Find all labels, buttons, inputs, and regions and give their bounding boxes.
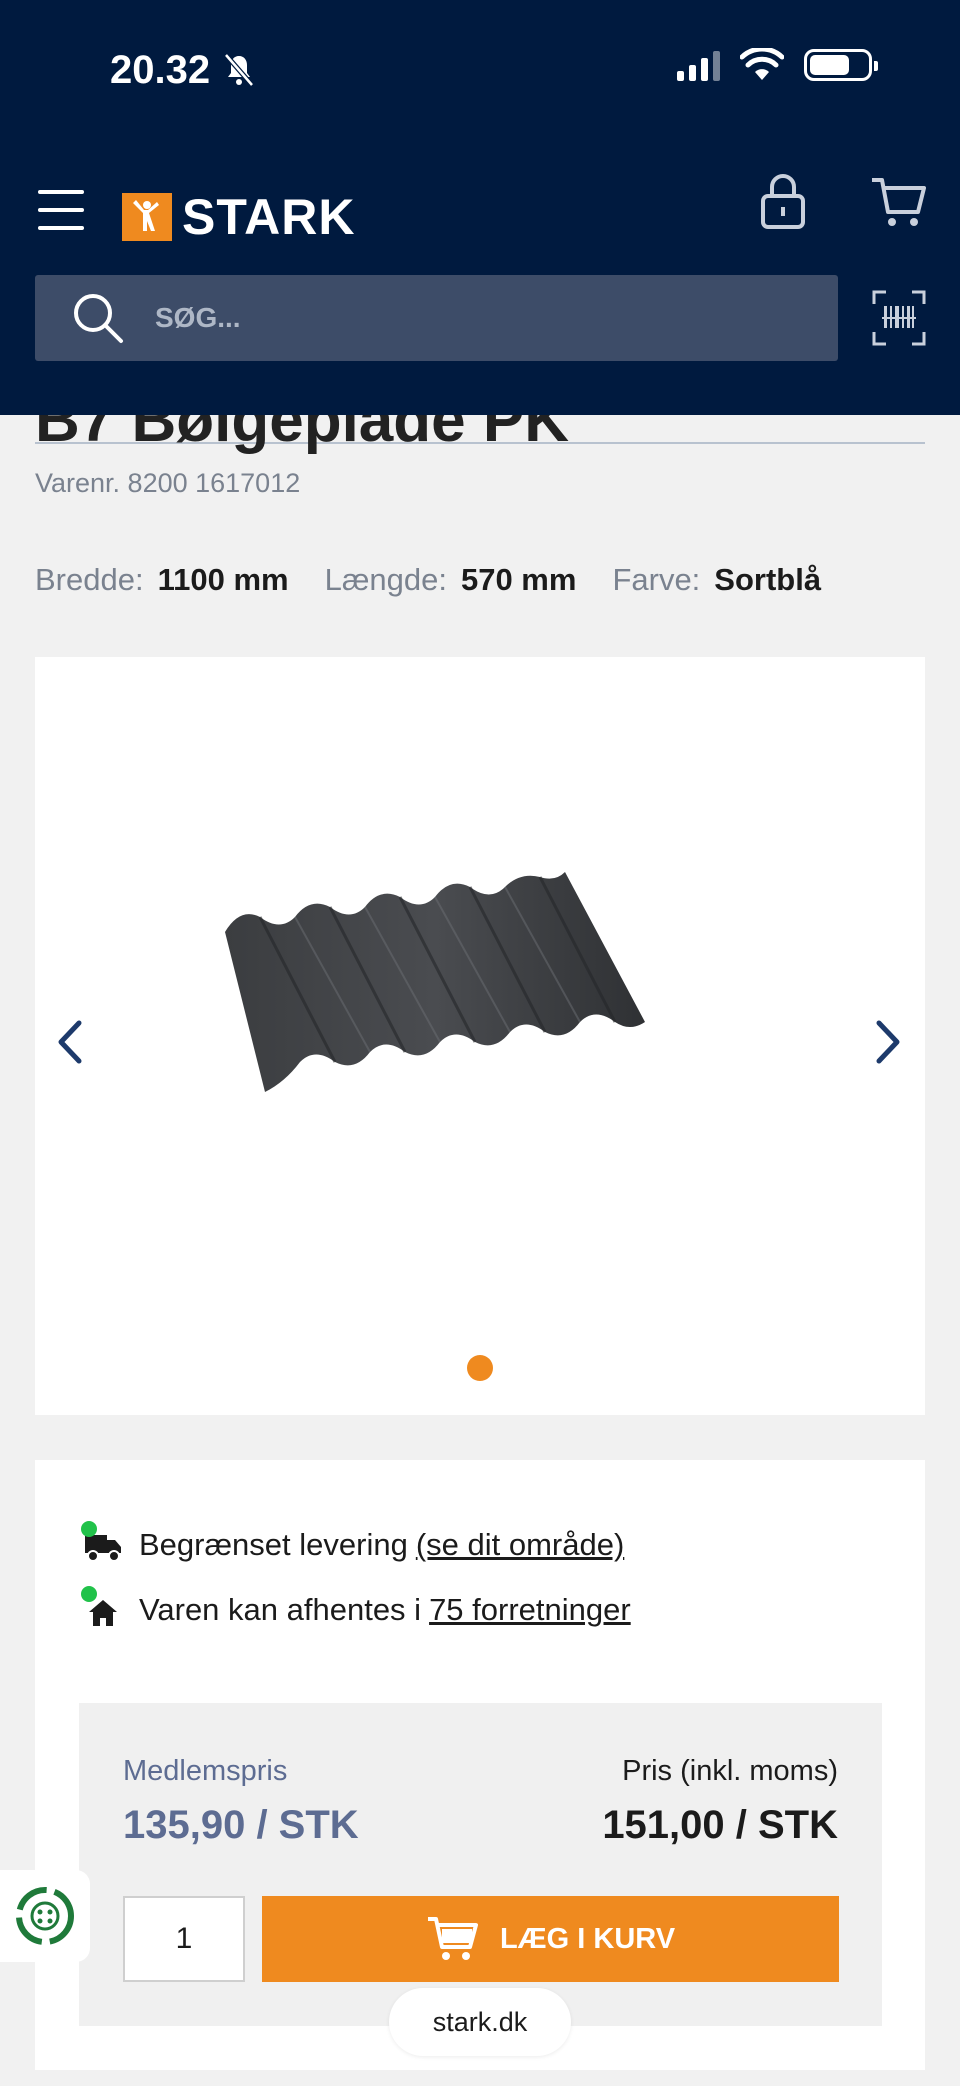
spec-label: Farve: <box>612 562 701 597</box>
bell-off-icon <box>224 53 254 87</box>
add-to-cart-label: LÆG I KURV <box>499 1922 676 1955</box>
battery-icon <box>804 49 878 81</box>
truck-icon <box>81 1521 125 1565</box>
spec-width: Bredde: 1100 mm <box>35 562 289 598</box>
chevron-right-icon[interactable] <box>871 1017 907 1067</box>
add-to-cart-button[interactable]: LÆG I KURV <box>262 1896 839 1982</box>
browser-url-pill[interactable]: stark.dk <box>389 1988 571 2056</box>
spec-label: Længde: <box>324 562 447 597</box>
price-label: Pris (inkl. moms) <box>622 1755 838 1787</box>
product-specs: Bredde: 1100 mm Længde: 570 mm Farve: Sortb… <box>35 562 857 598</box>
stores-link[interactable]: 75 forretninger <box>429 1592 631 1628</box>
delivery-text: Begrænset levering <box>139 1527 408 1562</box>
product-gallery[interactable] <box>35 657 925 1415</box>
member-price-label: Medlemspris <box>123 1755 288 1787</box>
pickup-text: Varen kan afhentes i <box>139 1592 422 1627</box>
stark-logo[interactable]: STARK <box>122 188 356 246</box>
price: 151,00 / STK <box>602 1803 838 1847</box>
home-icon <box>81 1586 125 1630</box>
spec-value: Sortblå <box>714 562 822 597</box>
stark-logo-icon <box>122 193 172 241</box>
status-time: 20.32 <box>110 48 211 92</box>
signal-icon <box>677 49 720 81</box>
recycle-widget[interactable] <box>0 1870 90 1962</box>
product-image <box>225 872 645 1092</box>
quantity-input[interactable] <box>123 1896 245 1982</box>
gallery-dot-active[interactable] <box>467 1355 493 1381</box>
delivery-availability: Begrænset levering (se dit område) <box>81 1521 624 1565</box>
search-icon[interactable] <box>71 291 125 345</box>
available-dot <box>81 1521 97 1537</box>
pickup-availability: Varen kan afhentes i 75 forretninger <box>81 1586 631 1630</box>
menu-icon[interactable] <box>38 190 84 234</box>
available-dot <box>81 1586 97 1602</box>
cart-icon[interactable] <box>870 176 926 230</box>
cart-icon <box>427 1917 478 1960</box>
spec-color: Farve: Sortblå <box>612 562 821 598</box>
recycle-icon <box>16 1887 74 1945</box>
search-input[interactable] <box>155 302 755 334</box>
brand-name: STARK <box>182 189 356 245</box>
spec-label: Bredde: <box>35 562 144 597</box>
delivery-area-link[interactable]: (se dit område) <box>416 1527 624 1563</box>
app-header: 20.32 STARK <box>0 0 960 415</box>
search-bar[interactable] <box>35 275 838 361</box>
barcode-scan-icon[interactable] <box>872 290 926 346</box>
price-box: Medlemspris 135,90 / STK Pris (inkl. mom… <box>79 1703 882 2026</box>
lock-icon[interactable] <box>760 172 806 230</box>
member-price: 135,90 / STK <box>123 1803 359 1847</box>
purchase-card: Begrænset levering (se dit område) Varen… <box>35 1460 925 2070</box>
chevron-left-icon[interactable] <box>51 1017 87 1067</box>
status-indicators <box>677 48 878 82</box>
spec-value: 1100 mm <box>157 562 289 597</box>
spec-value: 570 mm <box>460 562 577 597</box>
spec-length: Længde: 570 mm <box>325 562 577 598</box>
wifi-icon <box>740 48 784 80</box>
product-sku: Varenr. 8200 1617012 <box>35 468 301 498</box>
